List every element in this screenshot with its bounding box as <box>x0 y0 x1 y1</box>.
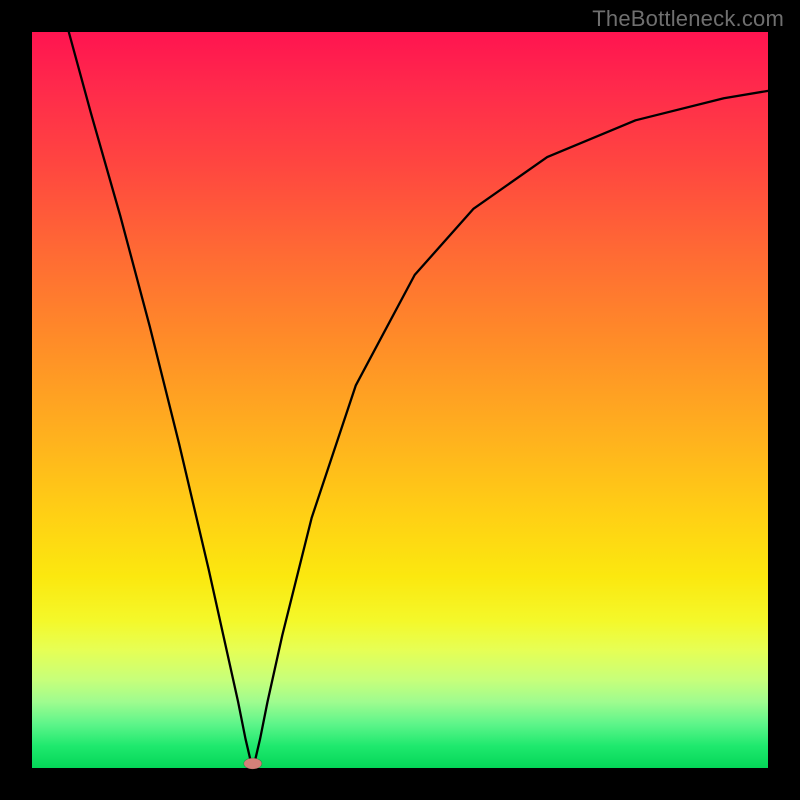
plot-area <box>32 32 768 768</box>
chart-svg <box>32 32 768 768</box>
chart-frame: TheBottleneck.com <box>0 0 800 800</box>
bottleneck-curve <box>69 32 768 761</box>
watermark-text: TheBottleneck.com <box>592 6 784 32</box>
optimum-marker <box>244 758 262 769</box>
